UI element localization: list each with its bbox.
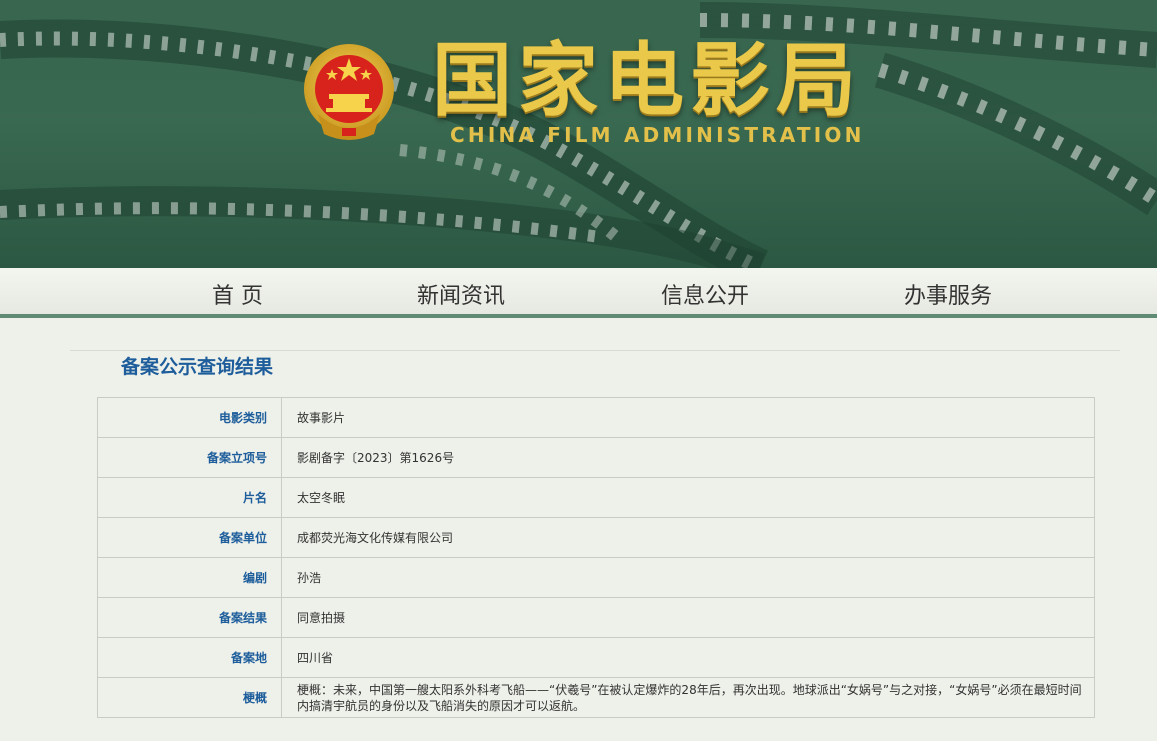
nav-item-info-disclosure[interactable]: 信息公开	[661, 278, 749, 310]
nav-item-home[interactable]: 首 页	[212, 278, 263, 310]
nav-item-news[interactable]: 新闻资讯	[417, 278, 505, 310]
table-row: 片名 太空冬眠	[97, 477, 1095, 518]
field-label: 电影类别	[97, 397, 282, 438]
site-title-english: CHINA FILM ADMINISTRATION	[450, 123, 865, 147]
field-value: 同意拍摄	[281, 597, 1095, 638]
site-title-chinese: 国家电影局	[432, 34, 862, 127]
main-navigation: 首 页 新闻资讯 信息公开 办事服务	[0, 268, 1157, 318]
page-title: 备案公示查询结果	[121, 356, 274, 378]
site-header-banner: 国家电影局 CHINA FILM ADMINISTRATION	[0, 0, 1157, 268]
filing-result-table: 电影类别 故事影片 备案立项号 影剧备字〔2023〕第1626号 片名 太空冬眠…	[97, 397, 1095, 718]
field-label: 备案结果	[97, 597, 282, 638]
table-row: 备案地 四川省	[97, 637, 1095, 678]
field-label: 梗概	[97, 677, 282, 718]
table-row: 备案单位 成都荧光海文化传媒有限公司	[97, 517, 1095, 558]
table-row: 编剧 孙浩	[97, 557, 1095, 598]
field-value: 故事影片	[281, 397, 1095, 438]
field-value: 梗概：未来，中国第一艘太阳系外科考飞船——“伏羲号”在被认定爆炸的28年后，再次…	[281, 677, 1095, 718]
field-value: 四川省	[281, 637, 1095, 678]
field-label: 备案立项号	[97, 437, 282, 478]
content-divider	[70, 350, 1120, 351]
field-value: 太空冬眠	[281, 477, 1095, 518]
table-row: 备案结果 同意拍摄	[97, 597, 1095, 638]
nav-item-services[interactable]: 办事服务	[904, 278, 992, 310]
field-value: 成都荧光海文化传媒有限公司	[281, 517, 1095, 558]
field-label: 片名	[97, 477, 282, 518]
field-label: 编剧	[97, 557, 282, 598]
field-value: 影剧备字〔2023〕第1626号	[281, 437, 1095, 478]
table-row: 梗概 梗概：未来，中国第一艘太阳系外科考飞船——“伏羲号”在被认定爆炸的28年后…	[97, 677, 1095, 718]
field-label: 备案单位	[97, 517, 282, 558]
field-label: 备案地	[97, 637, 282, 678]
national-emblem-icon	[304, 44, 394, 140]
table-row: 备案立项号 影剧备字〔2023〕第1626号	[97, 437, 1095, 478]
table-row: 电影类别 故事影片	[97, 397, 1095, 438]
field-value: 孙浩	[281, 557, 1095, 598]
